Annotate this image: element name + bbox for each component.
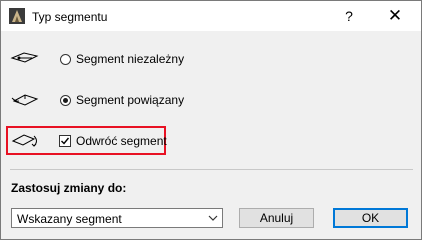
separator	[10, 169, 413, 170]
radio-selected-dot	[63, 98, 68, 103]
linked-segment-icon	[11, 94, 39, 106]
reverse-segment-icon	[11, 134, 37, 147]
close-button[interactable]: ✕	[385, 6, 405, 26]
window-title: Typ segmentu	[32, 10, 108, 24]
reverse-row[interactable]: Odwróć segment	[1, 129, 171, 153]
independent-segment-icon	[10, 52, 39, 63]
linked-label: Segment powiązany	[76, 93, 185, 107]
ok-button[interactable]: OK	[333, 208, 408, 228]
app-icon	[9, 8, 25, 24]
independent-radio[interactable]	[60, 54, 71, 65]
apply-changes-label: Zastosuj zmiany do:	[11, 181, 127, 195]
segment-type-dialog: Typ segmentu ? ✕ Segment niezależny Segm…	[0, 0, 422, 240]
help-button[interactable]: ?	[339, 6, 359, 26]
option-linked-row[interactable]: Segment powiązany	[1, 88, 421, 112]
reverse-label: Odwróć segment	[76, 134, 167, 148]
linked-radio[interactable]	[60, 95, 71, 106]
chevron-down-icon	[208, 215, 218, 221]
independent-label: Segment niezależny	[76, 52, 185, 66]
option-independent-row[interactable]: Segment niezależny	[1, 47, 421, 71]
cancel-button[interactable]: Anuluj	[239, 208, 314, 228]
checkmark-icon	[61, 137, 70, 145]
title-bar: Typ segmentu ? ✕	[1, 1, 421, 31]
apply-target-value: Wskazany segment	[17, 212, 122, 226]
reverse-checkbox[interactable]	[59, 135, 71, 147]
apply-target-select[interactable]: Wskazany segment	[11, 208, 223, 228]
